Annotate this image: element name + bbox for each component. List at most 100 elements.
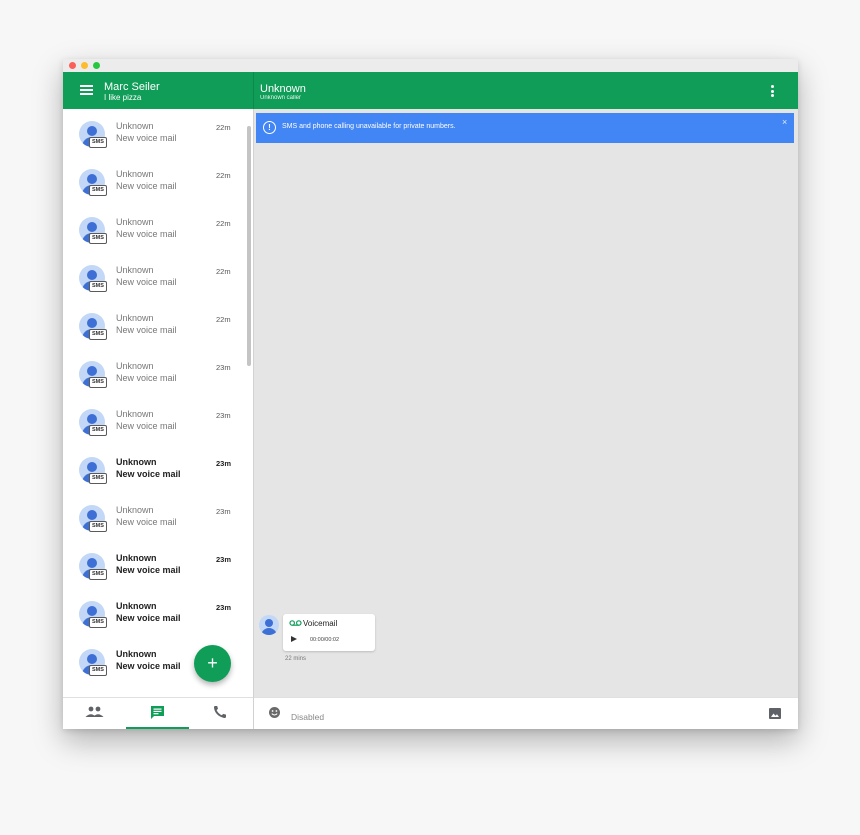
contact-avatar: SMS: [79, 505, 107, 532]
message-time: 23m: [216, 363, 231, 372]
contact-name: Unknown: [116, 361, 154, 371]
message-preview: New voice mail: [116, 661, 181, 671]
conversation-sidebar: SMS Unknown New voice mail 22m SMS Unknown New…: [63, 109, 253, 697]
tab-messages[interactable]: [126, 698, 189, 729]
sms-badge: SMS: [89, 521, 107, 532]
sms-badge: SMS: [89, 281, 107, 292]
sms-badge: SMS: [89, 329, 107, 340]
sms-badge: SMS: [89, 185, 107, 196]
close-window-button[interactable]: [69, 62, 76, 69]
sender-avatar: [259, 615, 279, 635]
contact-avatar: SMS: [79, 457, 107, 484]
maximize-window-button[interactable]: [93, 62, 100, 69]
conversation-title: Unknown: [260, 83, 306, 95]
account-name: Marc Seiler: [104, 81, 160, 93]
new-conversation-button[interactable]: +: [194, 645, 231, 682]
sms-badge: SMS: [89, 665, 107, 676]
title-bar: [63, 59, 798, 72]
message-time: 22m: [216, 171, 231, 180]
list-item[interactable]: SMS Unknown New voice mail 22m: [63, 109, 246, 157]
phone-icon: [214, 706, 226, 719]
contact-avatar: SMS: [79, 121, 107, 148]
private-number-banner: ! SMS and phone calling unavailable for …: [256, 113, 794, 143]
hamburger-menu-icon[interactable]: [80, 84, 93, 96]
message-timestamp: 22 mins: [285, 656, 307, 662]
list-item[interactable]: SMS Unknown New voice mail 22m: [63, 157, 246, 205]
contact-avatar: SMS: [79, 361, 107, 388]
minimize-window-button[interactable]: [81, 62, 88, 69]
sms-badge: SMS: [89, 425, 107, 436]
account-status: I like pizza: [104, 93, 142, 102]
compose-bar: Disabled: [254, 697, 798, 729]
message-preview: New voice mail: [116, 421, 177, 431]
emoji-icon[interactable]: [268, 706, 281, 719]
contact-name: Unknown: [116, 313, 154, 323]
play-icon[interactable]: [291, 636, 297, 642]
message-preview: New voice mail: [116, 181, 177, 191]
voicemail-bubble: Voicemail 00:00/00:02: [283, 614, 375, 651]
app-window: Marc Seiler I like pizza Unknown Unknown…: [63, 59, 798, 729]
message-time: 22m: [216, 315, 231, 324]
contact-name: Unknown: [116, 409, 154, 419]
message-time: 23m: [216, 459, 232, 468]
message-time: 22m: [216, 123, 231, 132]
contact-name: Unknown: [116, 601, 157, 611]
message-time: 23m: [216, 411, 231, 420]
message-preview: New voice mail: [116, 133, 177, 143]
contact-avatar: SMS: [79, 313, 107, 340]
message-icon: [151, 706, 164, 719]
list-item[interactable]: SMS Unknown New voice mail 23m: [63, 541, 246, 589]
app-bar: Marc Seiler I like pizza Unknown Unknown…: [63, 72, 798, 109]
appbar-divider: [253, 72, 254, 109]
image-icon[interactable]: [769, 708, 781, 719]
message-preview: New voice mail: [116, 613, 181, 623]
message-preview: New voice mail: [116, 517, 177, 527]
contact-name: Unknown: [116, 121, 154, 131]
info-circle-icon: !: [263, 121, 276, 134]
contact-name: Unknown: [116, 553, 157, 563]
message-preview: New voice mail: [116, 373, 177, 383]
contact-name: Unknown: [116, 169, 154, 179]
list-item[interactable]: SMS Unknown New voice mail 23m: [63, 445, 246, 493]
sms-badge: SMS: [89, 137, 107, 148]
contact-avatar: SMS: [79, 601, 107, 628]
contact-avatar: SMS: [79, 265, 107, 292]
list-item[interactable]: SMS Unknown New voice mail 23m: [63, 589, 246, 637]
list-item[interactable]: SMS Unknown New voice mail 23m: [63, 397, 246, 445]
message-preview: New voice mail: [116, 277, 177, 287]
message-time: 22m: [216, 267, 231, 276]
contact-avatar: SMS: [79, 217, 107, 244]
more-vert-icon[interactable]: [767, 84, 777, 98]
voicemail-progress: 00:00/00:02: [310, 637, 340, 643]
list-item[interactable]: SMS Unknown New voice mail 23m: [63, 493, 246, 541]
sms-badge: SMS: [89, 233, 107, 244]
sms-badge: SMS: [89, 569, 107, 580]
close-banner-button[interactable]: ×: [782, 117, 787, 127]
message-input[interactable]: Disabled: [291, 712, 324, 722]
list-item[interactable]: SMS Unknown New voice mail 22m: [63, 253, 246, 301]
contact-name: Unknown: [116, 457, 157, 467]
banner-text: SMS and phone calling unavailable for pr…: [282, 123, 456, 130]
conversation-subtitle: Unknown caller: [260, 95, 302, 101]
contact-avatar: SMS: [79, 409, 107, 436]
message-time: 22m: [216, 219, 231, 228]
list-item[interactable]: SMS Unknown New voice mail 22m: [63, 301, 246, 349]
sms-badge: SMS: [89, 473, 107, 484]
contacts-icon: [85, 706, 104, 717]
contact-name: Unknown: [116, 649, 157, 659]
sidebar-scrollbar[interactable]: [247, 126, 251, 366]
contact-avatar: SMS: [79, 649, 107, 676]
contact-name: Unknown: [116, 505, 154, 515]
list-item[interactable]: SMS Unknown New voice mail 22m: [63, 205, 246, 253]
contact-avatar: SMS: [79, 553, 107, 580]
message-time: 23m: [216, 555, 232, 564]
message-preview: New voice mail: [116, 469, 181, 479]
tab-contacts[interactable]: [63, 698, 126, 729]
bottom-navigation: [63, 697, 253, 729]
message-time: 23m: [216, 507, 231, 516]
tab-calls[interactable]: [189, 698, 252, 729]
sms-badge: SMS: [89, 617, 107, 628]
contact-name: Unknown: [116, 265, 154, 275]
list-item[interactable]: SMS Unknown New voice mail 23m: [63, 349, 246, 397]
message-preview: New voice mail: [116, 325, 177, 335]
